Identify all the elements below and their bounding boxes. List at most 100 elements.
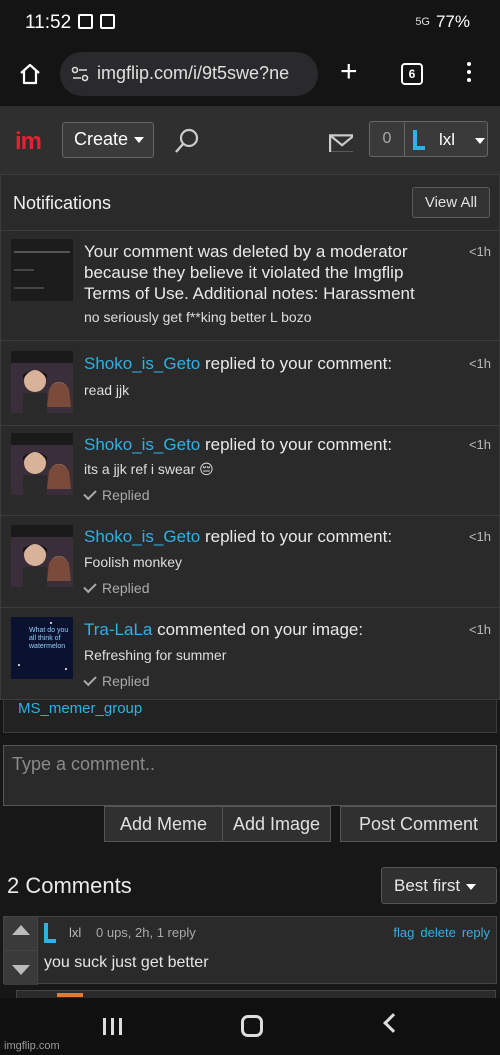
notification-user[interactable]: Shoko_is_Geto <box>84 435 200 454</box>
notification-subtext: read jjk <box>84 382 130 398</box>
reply-preview <box>16 990 496 998</box>
add-image-button[interactable]: Add Image <box>222 806 331 842</box>
comment: lxl 0 ups, 2h, 1 reply flag delete reply y… <box>3 916 497 985</box>
check-icon <box>83 486 97 501</box>
status-time: 11:52 <box>25 12 72 33</box>
upvote-button[interactable] <box>4 917 38 951</box>
deleted-comment-thumbnail <box>11 239 73 301</box>
comment-user[interactable]: lxl <box>69 925 81 940</box>
post-comment-button[interactable]: Post Comment <box>340 806 497 842</box>
username-label: lxl <box>439 130 456 149</box>
notification-action: replied to your comment: <box>200 527 393 546</box>
check-icon <box>83 672 97 687</box>
comment-avatar[interactable] <box>44 923 56 943</box>
user-avatar-thumbnail <box>11 351 73 413</box>
notification-time: <1h <box>468 622 491 637</box>
comment-input[interactable]: Type a comment.. <box>3 745 497 806</box>
notification-time: <1h <box>468 437 491 452</box>
url-text: imgflip.com/i/9t5swe?ne <box>97 63 290 83</box>
browser-menu-icon[interactable] <box>466 62 472 86</box>
user-avatar-thumbnail <box>11 525 73 587</box>
notification-time: <1h <box>468 356 491 371</box>
sort-label: Best first <box>394 876 461 895</box>
battery-level: 77% <box>435 12 470 31</box>
flag-link[interactable]: flag <box>393 925 414 940</box>
create-label: Create <box>74 129 129 149</box>
notification-user[interactable]: Tra-LaLa <box>84 620 152 639</box>
replied-status: Replied <box>83 579 150 596</box>
thumbnail-caption: What do you all think of watermelon <box>29 627 69 650</box>
add-meme-button[interactable]: Add Meme <box>104 806 223 842</box>
group-link[interactable]: MS_memer_group <box>18 700 142 717</box>
notifications-header: Notifications View All <box>1 175 500 231</box>
notifications-panel: Notifications View All Your comment was … <box>0 174 500 700</box>
system-nav-bar <box>0 998 500 1055</box>
group-row: MS_memer_group <box>3 700 497 733</box>
replied-label: Replied <box>102 673 150 689</box>
notification-time: <1h <box>468 529 491 544</box>
notification-action: commented on your image: <box>152 620 364 639</box>
user-avatar-thumbnail <box>11 433 73 495</box>
user-avatar <box>413 130 425 150</box>
downvote-button[interactable] <box>4 951 38 985</box>
notifications-title: Notifications <box>13 193 112 213</box>
notification-subtext: Refreshing for summer <box>84 647 227 663</box>
notification-action: replied to your comment: <box>200 354 393 373</box>
chevron-down-icon <box>475 138 485 144</box>
check-icon <box>83 579 97 594</box>
notification-user[interactable]: Shoko_is_Geto <box>84 527 200 546</box>
notification-item[interactable]: Shoko_is_Geto replied to your comment: <… <box>1 341 500 426</box>
arrow-up-icon <box>12 925 30 935</box>
chevron-down-icon <box>466 883 477 890</box>
tab-switcher-button[interactable]: 6 <box>401 63 423 85</box>
delete-link[interactable]: delete <box>420 925 455 940</box>
notification-time: <1h <box>468 244 491 259</box>
notification-subtext: Foolish monkey <box>84 554 183 570</box>
notification-text: Shoko_is_Geto replied to your comment: <box>84 526 454 547</box>
chevron-down-icon <box>134 137 145 144</box>
new-tab-icon[interactable]: + <box>340 57 358 87</box>
comment-meta: 0 ups, 2h, 1 reply <box>96 925 196 940</box>
create-button[interactable]: Create <box>62 122 154 158</box>
notification-action: replied to your comment: <box>200 435 393 454</box>
imgflip-logo[interactable]: im <box>15 128 42 156</box>
notification-text: Your comment was deleted by a moderator … <box>84 241 454 304</box>
notification-item[interactable]: Your comment was deleted by a moderator … <box>1 231 500 341</box>
notification-text: Tra-LaLa commented on your image: <box>84 619 454 640</box>
gallery-icon <box>78 14 93 29</box>
mail-icon[interactable] <box>329 134 353 152</box>
notification-item[interactable]: Shoko_is_Geto replied to your comment: <… <box>1 516 500 608</box>
notification-subtext: no seriously get f**king better L bozo <box>84 309 312 325</box>
replied-label: Replied <box>102 580 150 596</box>
search-icon[interactable] <box>174 127 202 155</box>
replied-status: Replied <box>83 486 150 503</box>
replied-label: Replied <box>102 487 150 503</box>
view-all-button[interactable]: View All <box>412 187 490 218</box>
notification-user[interactable]: Shoko_is_Geto <box>84 354 200 373</box>
recent-apps-icon[interactable] <box>103 1018 123 1035</box>
network-label: 5G <box>415 16 430 28</box>
address-bar[interactable]: imgflip.com/i/9t5swe?ne <box>60 52 318 96</box>
notification-action: Your comment was deleted by a moderator … <box>84 242 415 303</box>
notification-item[interactable]: Shoko_is_Geto replied to your comment: <… <box>1 426 500 516</box>
notification-text: Shoko_is_Geto replied to your comment: <box>84 353 454 374</box>
reply-link[interactable]: reply <box>462 925 490 940</box>
reply-avatar <box>57 993 83 997</box>
replied-status: Replied <box>83 672 150 689</box>
comment-text: you suck just get better <box>44 954 209 971</box>
notification-subtext: its a jjk ref i swear 😔 <box>84 461 214 477</box>
user-menu-button[interactable]: lxl <box>404 121 488 157</box>
browser-toolbar: imgflip.com/i/9t5swe?ne + 6 <box>0 46 500 106</box>
site-settings-icon[interactable] <box>70 64 90 84</box>
back-icon[interactable] <box>383 1013 403 1033</box>
comment-actions: flag delete reply <box>387 925 490 940</box>
sort-dropdown[interactable]: Best first <box>381 867 497 904</box>
comments-count: 2 Comments <box>7 873 132 898</box>
arrow-down-icon <box>12 965 30 975</box>
help-icon <box>100 14 115 29</box>
home-icon[interactable] <box>18 62 42 86</box>
notification-item[interactable]: What do you all think of watermelon Tra-… <box>1 608 500 700</box>
notification-count-badge[interactable]: 0 <box>369 121 405 157</box>
home-button-icon[interactable] <box>241 1015 263 1037</box>
watermark: imgflip.com <box>4 1040 60 1052</box>
